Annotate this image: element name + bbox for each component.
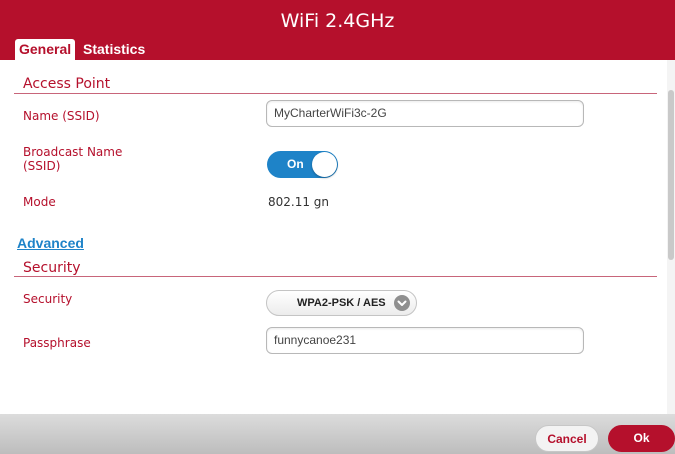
broadcast-toggle[interactable]: On — [267, 151, 338, 178]
tab-statistics[interactable]: Statistics — [83, 39, 145, 60]
mode-value: 802.11 gn — [268, 195, 330, 209]
toggle-knob — [312, 152, 337, 177]
ok-button[interactable]: Ok — [608, 425, 675, 452]
vertical-scrollbar[interactable] — [667, 60, 675, 414]
chevron-down-icon — [394, 295, 410, 311]
section-title-access-point: Access Point — [23, 76, 111, 92]
broadcast-name-label: Broadcast Name (SSID) — [23, 145, 123, 173]
security-select[interactable]: WPA2-PSK / AES — [266, 290, 417, 316]
toggle-state-text: On — [287, 157, 304, 171]
section-divider — [14, 93, 657, 94]
mode-label: Mode — [23, 195, 56, 209]
dialog-body: Access Point Name (SSID) MyCharterWiFi3c… — [0, 60, 675, 414]
dialog-header: WiFi 2.4GHz General Statistics — [0, 0, 675, 60]
wifi-settings-dialog: WiFi 2.4GHz General Statistics Access Po… — [0, 0, 675, 454]
ssid-label: Name (SSID) — [23, 109, 100, 123]
section-divider — [14, 276, 657, 277]
security-label: Security — [23, 292, 73, 306]
tab-general[interactable]: General — [15, 39, 76, 60]
scrollbar-thumb[interactable] — [668, 90, 674, 260]
dialog-title: WiFi 2.4GHz — [280, 10, 395, 32]
section-title-security: Security — [23, 260, 81, 276]
security-select-value: WPA2-PSK / AES — [297, 297, 386, 309]
ssid-input[interactable]: MyCharterWiFi3c-2G — [266, 100, 584, 127]
advanced-link[interactable]: Advanced — [17, 235, 84, 251]
passphrase-label: Passphrase — [23, 336, 91, 350]
passphrase-input[interactable]: funnycanoe231 — [266, 327, 584, 354]
cancel-button[interactable]: Cancel — [535, 425, 599, 452]
